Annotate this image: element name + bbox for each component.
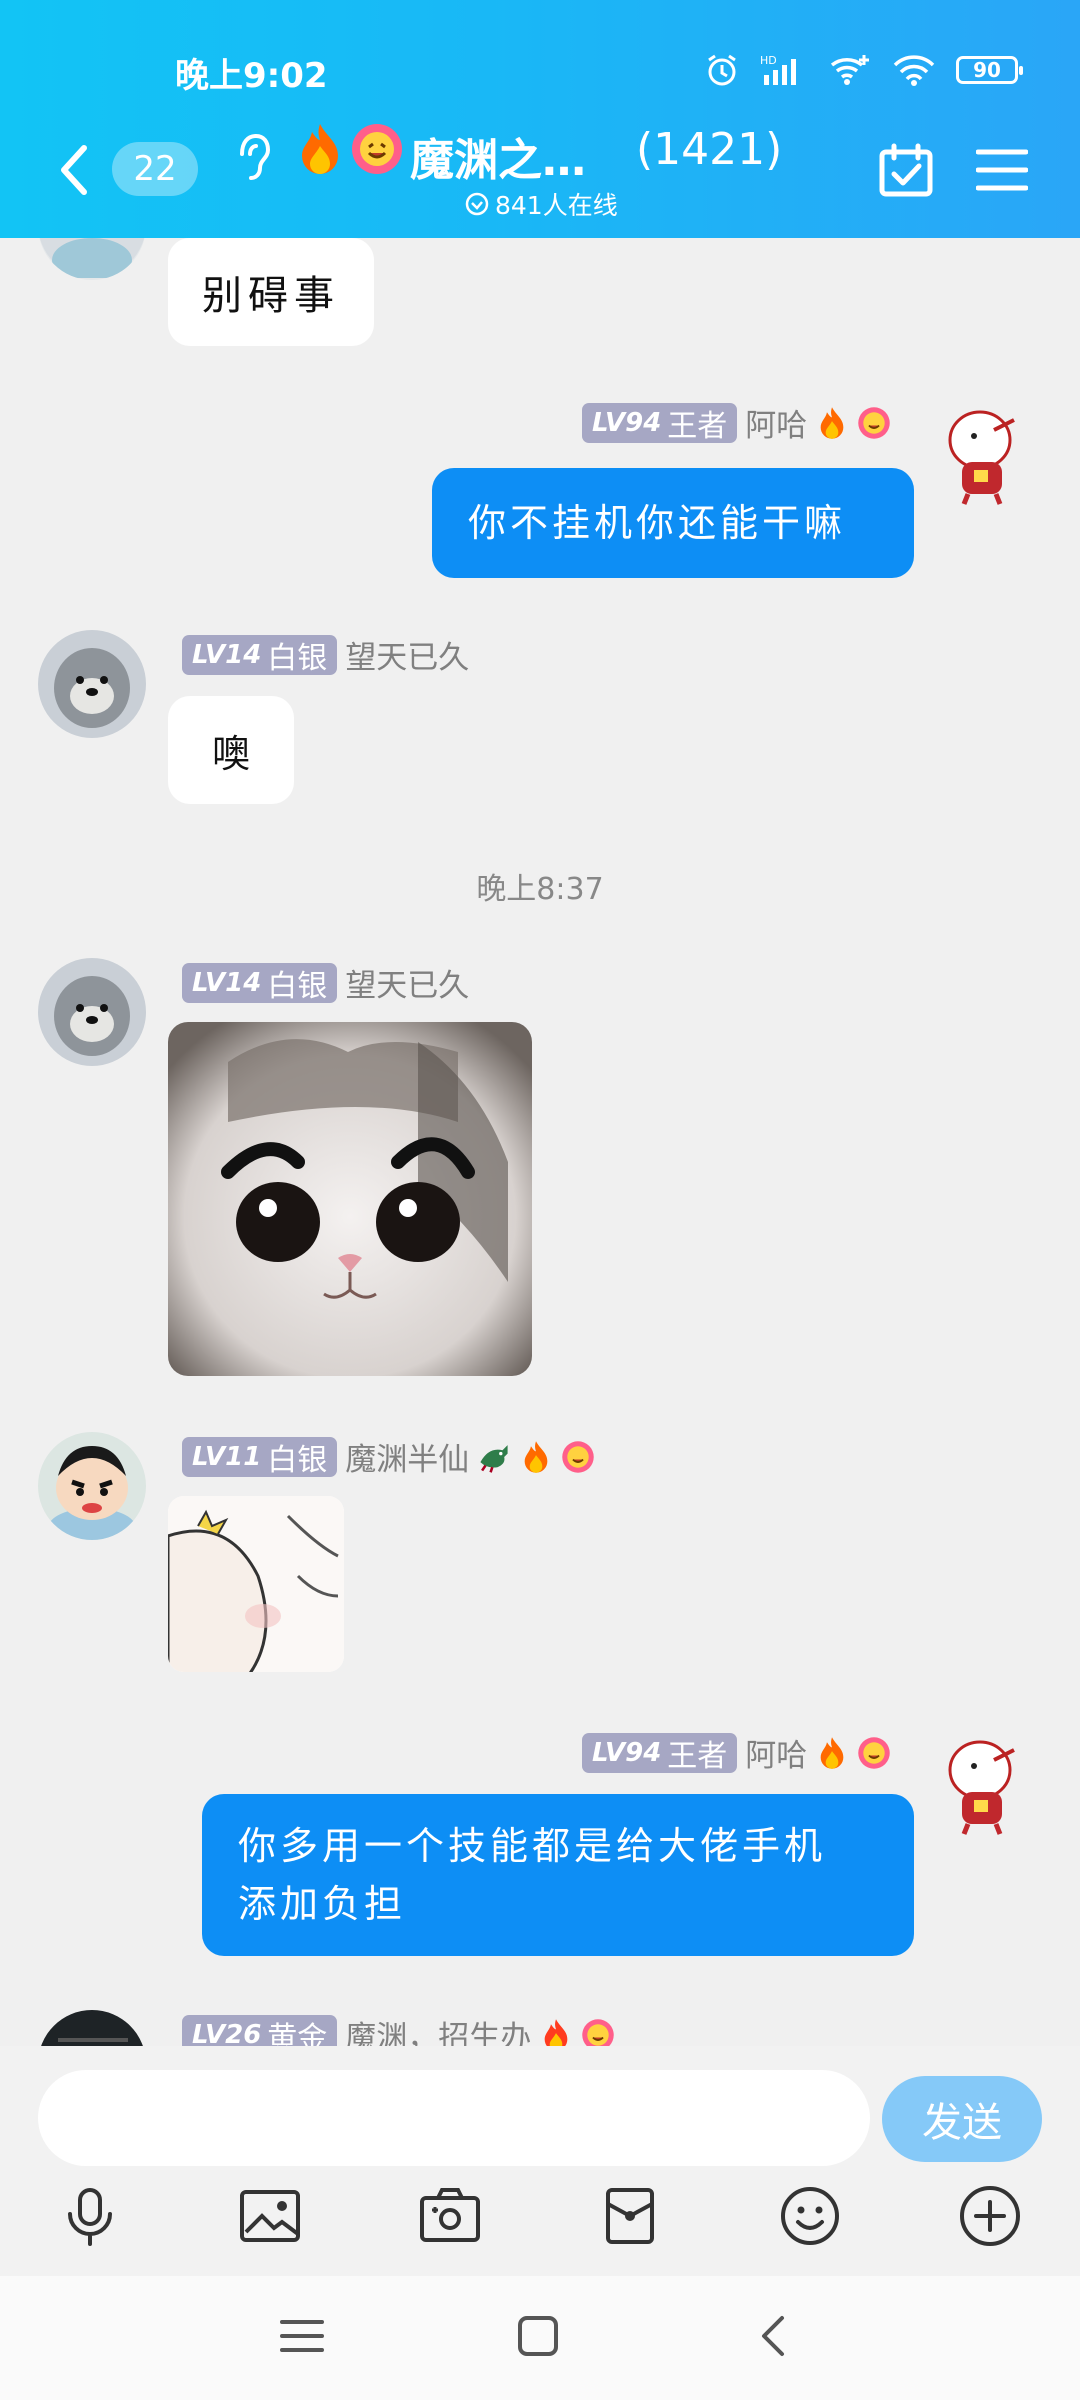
svg-text:HD: HD [760,54,777,67]
message-text: 噢 [211,731,250,776]
fire-icon [820,1736,844,1769]
sender-name: 阿哈 [745,408,808,444]
level-badge: LV94 王者 [582,1732,738,1774]
sticker-message[interactable] [168,1496,344,1672]
sender-name: 望天已久 [345,968,470,1004]
time-divider: 晚上8:37 [476,872,604,907]
avatar[interactable] [38,630,146,738]
wifi-icon [893,55,935,86]
level-badge: LV11 白银 [182,1436,338,1478]
message-bubble[interactable]: 噢 [168,696,294,804]
message-input[interactable] [38,2070,870,2166]
menu-icon[interactable] [976,146,1028,194]
sender-meta: LV14 白银 望天已久 [182,960,469,1005]
level-badge: LV14 白银 [182,962,338,1004]
input-bar: 发送 [0,2046,1080,2276]
send-button[interactable]: 发送 [882,2076,1042,2162]
recent-apps-icon[interactable] [272,2306,332,2366]
battery-indicator: 90 [956,56,1023,84]
plus-icon[interactable] [958,2184,1022,2248]
flower-face-icon [858,406,891,439]
flower-face-icon [562,1440,595,1473]
message-bubble-self[interactable]: 你多用一个技能都是给大佬手机 添加负担 [202,1794,914,1956]
message-bubble-self[interactable]: 你不挂机你还能干嘛 [432,468,914,578]
online-check-icon [465,192,489,216]
image-icon[interactable] [238,2184,302,2248]
sender-meta: LV94 王者 阿哈 [582,400,891,445]
status-time: 晚上9:02 [175,56,328,96]
avatar-self[interactable] [934,1730,1042,1838]
message-text-line-1: 你多用一个技能都是给大佬手机 [238,1824,827,1868]
home-icon[interactable] [508,2306,568,2366]
level-badge: LV14 白银 [182,634,338,676]
wifi-plus-icon [830,55,869,85]
camera-icon[interactable] [418,2184,482,2248]
sender-meta: LV14 白银 望天已久 [182,632,469,677]
flower-face-icon [858,1736,891,1769]
fire-icon [302,124,338,174]
calendar-check-icon[interactable] [878,142,934,198]
sender-name: 魔渊半仙 [345,1442,470,1478]
group-title[interactable]: 魔渊之… [410,124,586,188]
chat-header: 晚上9:02 HD 90 22 魔渊之… (1421) 841人在线 [0,0,1080,238]
group-emoji [298,122,404,176]
avatar[interactable] [38,1432,146,1540]
sender-meta: LV94 王者 阿哈 [582,1730,891,1775]
unread-count-badge[interactable]: 22 [112,142,198,196]
system-back-icon[interactable] [744,2306,804,2366]
sender-meta: LV11 白银 魔渊半仙 [182,1434,595,1479]
dragon-icon [480,1444,508,1473]
alarm-icon [708,54,736,86]
ear-icon[interactable] [232,128,272,188]
fire-icon [524,1440,548,1473]
sender-name: 阿哈 [745,1738,808,1774]
back-icon[interactable] [50,140,100,200]
online-status: 841人在线 [465,186,618,222]
group-member-count: (1421) [636,124,783,175]
red-packet-icon[interactable] [598,2184,662,2248]
status-icons: HD 90 [704,52,1023,88]
message-text-line-2: 添加负担 [238,1882,407,1926]
message-text: 你不挂机你还能干嘛 [468,501,847,545]
message-bubble[interactable]: 别碍事 [168,238,374,346]
avatar[interactable] [38,958,146,1066]
fire-icon [820,406,844,439]
online-count: 841人在线 [495,191,618,220]
signal-icon: HD [760,54,796,85]
message-text: 别碍事 [202,273,340,319]
avatar[interactable] [38,2010,146,2046]
microphone-icon[interactable] [58,2184,122,2248]
sender-name: 望天已久 [345,640,470,676]
system-nav-bar [0,2276,1080,2400]
avatar-self[interactable] [934,400,1042,508]
flower-face-icon [352,124,402,174]
image-message-cat[interactable] [168,1022,532,1376]
emoji-icon[interactable] [778,2184,842,2248]
level-badge: LV94 王者 [582,402,738,444]
